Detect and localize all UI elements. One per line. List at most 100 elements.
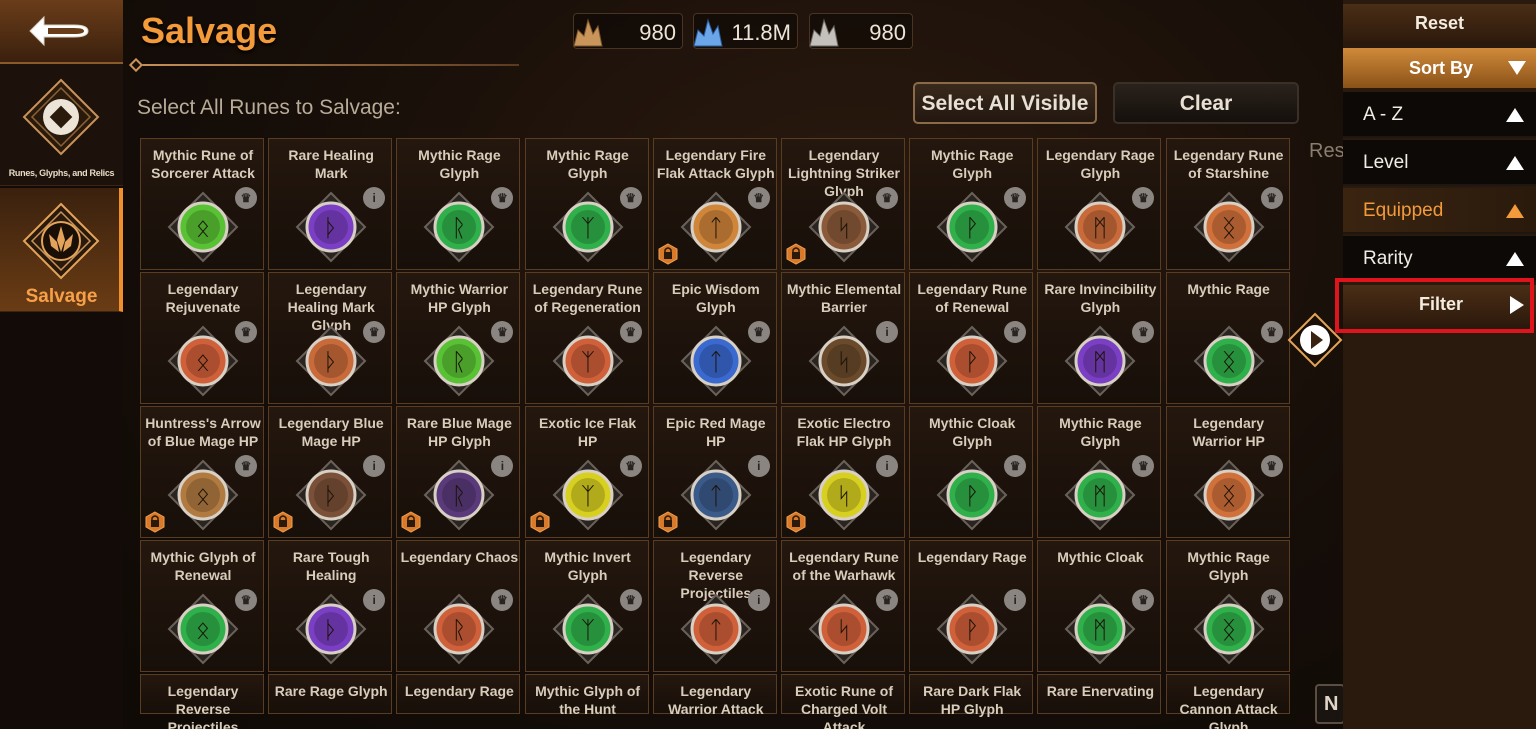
rune-card[interactable]: Legendary Rage <box>396 674 521 714</box>
rune-name: Rare Enervating <box>1046 683 1155 699</box>
rune-card[interactable]: Mythic Rage ᛝ ♛ <box>1165 272 1290 404</box>
rune-card[interactable]: Epic Red Mage HP ᛏ i <box>652 406 777 538</box>
next-button-fragment[interactable]: N <box>1315 684 1345 724</box>
select-all-visible-button[interactable]: Select All Visible <box>913 82 1097 124</box>
rune-card[interactable]: Legendary Rune of Regeneration ᛉ ♛ <box>524 272 649 404</box>
crown-icon: ♛ <box>363 321 386 343</box>
rune-card[interactable]: Rare Dark Flak HP Glyph <box>909 674 1034 717</box>
rune-icon: ᛗ <box>1064 459 1136 531</box>
crown-icon: ♛ <box>619 455 642 477</box>
rune-card[interactable]: Legendary Lightning Striker Glyph ᛋ ♛ <box>781 138 905 270</box>
rune-card[interactable]: Epic Wisdom Glyph ᛏ ♛ <box>652 272 777 404</box>
rune-card[interactable]: Rare Blue Mage HP Glyph ᚱ i <box>396 406 521 538</box>
rune-card[interactable]: Legendary Rage Glyph ᛗ ♛ <box>1037 138 1162 270</box>
back-arrow-icon <box>29 15 89 47</box>
rune-card[interactable]: Legendary Chaos ᚱ ♛ <box>396 540 521 672</box>
sort-option-label: Rarity <box>1363 248 1413 269</box>
rune-icon: ᛉ <box>552 593 624 665</box>
rune-card[interactable]: Mythic Cloak Glyph ᚹ ♛ <box>909 406 1034 538</box>
sort-by-dropdown[interactable]: Sort By <box>1343 48 1536 88</box>
crown-icon: ♛ <box>1260 455 1283 477</box>
rune-card[interactable]: Legendary Rage ᚹ i <box>909 540 1034 672</box>
rune-card[interactable]: Legendary Reverse Projectiles ᛏ i <box>652 540 777 672</box>
rune-card[interactable]: Legendary Reverse Projectiles <box>140 674 264 729</box>
sort-ascending-icon <box>1506 252 1524 266</box>
rune-card[interactable]: Legendary Rune of Renewal ᚹ ♛ <box>909 272 1034 404</box>
tab-salvage[interactable]: Salvage <box>0 188 123 312</box>
info-icon: i <box>363 187 386 209</box>
rune-card[interactable]: Mythic Rage Glyph ᛗ ♛ <box>1037 406 1162 538</box>
rune-card[interactable]: Mythic Warrior HP Glyph ᚱ ♛ <box>396 272 521 404</box>
info-icon: i <box>1004 589 1027 611</box>
svg-text:ᚱ: ᚱ <box>452 482 466 510</box>
info-icon: i <box>876 455 898 477</box>
rune-card[interactable]: Legendary Fire Flak Attack Glyph ᛏ ♛ <box>652 138 777 270</box>
svg-text:ᛟ: ᛟ <box>196 616 210 644</box>
rune-icon: ᛉ <box>552 325 624 397</box>
rune-card[interactable]: Exotic Rune of Charged Volt Attack <box>781 674 905 729</box>
clear-button[interactable]: Clear <box>1113 82 1299 124</box>
svg-text:ᚦ: ᚦ <box>324 482 338 510</box>
rune-card[interactable]: Rare Invincibility Glyph ᛗ ♛ <box>1037 272 1162 404</box>
rune-card[interactable]: Mythic Glyph of the Hunt <box>524 674 649 717</box>
rune-card[interactable]: Exotic Electro Flak HP Glyph ᛋ i <box>781 406 905 538</box>
rune-card[interactable]: Mythic Rage Glyph ᛝ ♛ <box>1165 540 1290 672</box>
svg-text:ᛉ: ᛉ <box>580 214 594 242</box>
rune-card[interactable]: Mythic Rage Glyph ᚹ ♛ <box>909 138 1034 270</box>
svg-text:ᛗ: ᛗ <box>1093 214 1107 242</box>
rune-icon: ᛏ <box>680 593 752 665</box>
svg-text:ᚱ: ᚱ <box>452 214 466 242</box>
rune-card[interactable]: Mythic Rage Glyph ᛉ ♛ <box>524 138 649 270</box>
rune-card[interactable]: Mythic Rage Glyph ᚱ ♛ <box>396 138 521 270</box>
rune-name: Legendary Warrior HP <box>1192 415 1265 449</box>
sort-option-rarity[interactable]: Rarity <box>1343 236 1536 282</box>
rune-card[interactable]: Legendary Warrior HP ᛝ ♛ <box>1165 406 1290 538</box>
svg-text:ᛗ: ᛗ <box>1093 482 1107 510</box>
rune-card[interactable]: Legendary Rejuvenate ᛟ ♛ <box>140 272 264 404</box>
rune-card[interactable]: Legendary Warrior Attack <box>652 674 777 717</box>
reset-button[interactable]: Reset <box>1343 4 1536 42</box>
tab-runes-glyphs-relics[interactable]: Runes, Glyphs, and Relics <box>0 64 123 186</box>
currency-blue-value: 11.8M <box>731 20 791 45</box>
rune-card[interactable]: Mythic Cloak ᛗ ♛ <box>1037 540 1162 672</box>
crown-icon: ♛ <box>1132 321 1155 343</box>
svg-text:ᛝ: ᛝ <box>1221 214 1235 242</box>
svg-text:ᛟ: ᛟ <box>196 214 210 242</box>
rune-card[interactable]: Rare Enervating <box>1037 674 1162 714</box>
rune-name: Rare Tough Healing <box>292 549 370 583</box>
rune-card[interactable]: Rare Tough Healing ᚦ i <box>268 540 393 672</box>
rune-name: Legendary Rage <box>404 683 514 699</box>
svg-text:ᛟ: ᛟ <box>196 348 210 376</box>
sort-option-label: Level <box>1363 152 1409 173</box>
rune-card[interactable]: Mythic Invert Glyph ᛉ ♛ <box>524 540 649 672</box>
sort-option-a-z[interactable]: A - Z <box>1343 92 1536 138</box>
rune-icon: ᛟ <box>167 325 239 397</box>
rune-icon: ᚹ <box>936 593 1008 665</box>
rune-card[interactable]: Mythic Elemental Barrier ᛋ i <box>781 272 905 404</box>
rune-card[interactable]: Mythic Glyph of Renewal ᛟ ♛ <box>140 540 264 672</box>
rune-card[interactable]: Mythic Rune of Sorcerer Attack ᛟ ♛ <box>140 138 264 270</box>
rune-name: Legendary Reverse Projectiles <box>167 683 239 729</box>
crown-icon: ♛ <box>491 321 514 343</box>
sort-option-label: A - Z <box>1363 104 1404 125</box>
rune-card[interactable]: Rare Rage Glyph <box>268 674 393 714</box>
rune-card[interactable]: Huntress's Arrow of Blue Mage HP ᛟ ♛ <box>140 406 264 538</box>
reset-label-fragment: Res <box>1309 140 1345 162</box>
rune-icon: ᛝ <box>1193 325 1265 397</box>
rune-card[interactable]: Legendary Healing Mark Glyph ᚦ ♛ <box>268 272 393 404</box>
rune-icon: ᚱ <box>423 459 495 531</box>
rune-card[interactable]: Legendary Rune of the Warhawk ᛋ ♛ <box>781 540 905 672</box>
rune-card[interactable]: Legendary Rune of Starshine ᛝ ♛ <box>1165 138 1290 270</box>
crown-icon: ♛ <box>619 321 642 343</box>
silver-crystal-icon <box>809 18 839 47</box>
rune-card[interactable]: Rare Healing Mark ᚦ i <box>268 138 393 270</box>
back-button[interactable] <box>0 0 123 64</box>
lock-icon <box>658 511 678 533</box>
rune-card[interactable]: Legendary Blue Mage HP ᚦ i <box>268 406 393 538</box>
sort-option-level[interactable]: Level <box>1343 140 1536 186</box>
info-icon: i <box>363 455 386 477</box>
rune-card[interactable]: Exotic Ice Flak HP ᛉ ♛ <box>524 406 649 538</box>
rune-card[interactable]: Legendary Cannon Attack Glyph <box>1165 674 1290 729</box>
rune-icon: ᛟ <box>167 459 239 531</box>
sort-option-equipped[interactable]: Equipped <box>1343 188 1536 234</box>
